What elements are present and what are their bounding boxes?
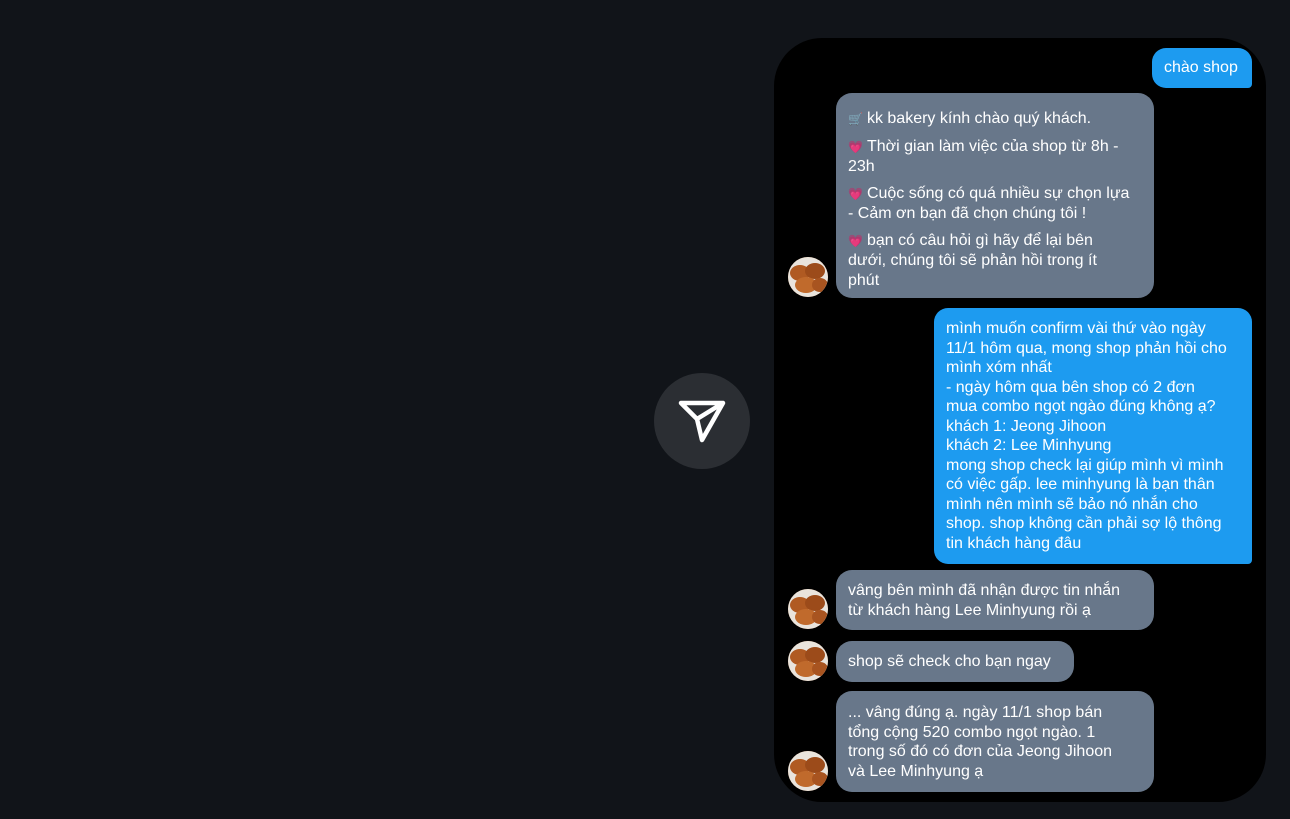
message-line: shop sẽ check cho bạn ngay: [848, 653, 1051, 670]
message-line: dưới, chúng tôi sẽ phản hồi trong ít: [848, 252, 1097, 269]
message-line: ... vâng đúng ạ. ngày 11/1 shop bán: [848, 704, 1103, 721]
message-line: - Cảm ơn bạn đã chọn chúng tôi !: [848, 205, 1087, 222]
avatar: [788, 751, 828, 791]
message-line: 💗 Cuộc sống có quá nhiều sự chọn lựa: [848, 184, 1130, 202]
message-bubble-shop: 🛒 kk bakery kính chào quý khách. 💗 Thời gi…: [836, 93, 1154, 298]
message-line: từ khách hàng Lee Minhyung rồi ạ: [848, 601, 1091, 619]
message-text: chào shop: [1164, 59, 1238, 76]
message-line: tổng cộng 520 combo ngọt ngào. 1: [848, 723, 1096, 741]
message-line: khách 2: Lee Minhyung: [946, 437, 1112, 454]
message-line: có việc gấp. lee minhyung là bạn thân: [946, 476, 1215, 493]
paper-plane-icon: [678, 400, 726, 443]
avatar: [788, 589, 828, 629]
message-line: mong shop check lại giúp mình vì mình: [946, 456, 1224, 474]
message-line: mua combo ngọt ngào đúng không ạ?: [946, 398, 1216, 415]
avatar: [788, 641, 828, 681]
chat-window: chào shop 🛒 kk bakery kính chào quý khách…: [774, 38, 1266, 802]
message-bubble-me: mình muốn confirm vài thứ vào ngày 11/1 …: [934, 308, 1252, 564]
message-line: trong số đó có đơn của Jeong Jihoon: [848, 743, 1113, 760]
message-line: phút: [848, 271, 880, 289]
message-line: 11/1 hôm qua, mong shop phản hồi cho: [946, 339, 1227, 357]
avatar: [788, 257, 828, 297]
heart-icon: 💗: [848, 233, 863, 248]
message-line: khách 1: Jeong Jihoon: [946, 417, 1107, 435]
heart-icon: 💗: [848, 139, 863, 154]
message-line: tin khách hàng đâu: [946, 534, 1082, 552]
message-bubble-me: chào shop: [1152, 48, 1252, 88]
message-line: mình xóm nhất: [946, 359, 1052, 376]
message-line: mình muốn confirm vài thứ vào ngày: [946, 320, 1206, 337]
cart-icon: 🛒: [848, 112, 863, 126]
message-line: 💗 Thời gian làm việc của shop từ 8h -: [848, 137, 1119, 155]
message-bubble-shop: ... vâng đúng ạ. ngày 11/1 shop bán tổng…: [836, 691, 1154, 792]
message-bubble-shop: shop sẽ check cho bạn ngay: [836, 641, 1074, 682]
message-line: - ngày hôm qua bên shop có 2 đơn: [946, 378, 1195, 396]
message-bubble-shop: vâng bên mình đã nhận được tin nhắn từ k…: [836, 570, 1154, 630]
message-line: vâng bên mình đã nhận được tin nhắn: [848, 582, 1121, 599]
message-line: shop. shop không cần phải sợ lộ thông: [946, 515, 1222, 532]
message-line: mình nên mình sẽ bảo nó nhắn cho: [946, 495, 1198, 513]
send-button[interactable]: [654, 373, 750, 469]
message-line: 🛒 kk bakery kính chào quý khách.: [848, 110, 1092, 127]
message-line: 💗 bạn có câu hỏi gì hãy để lại bên: [848, 231, 1093, 249]
heart-icon: 💗: [848, 186, 863, 201]
message-line: và Lee Minhyung ạ: [848, 762, 984, 780]
message-line: 23h: [848, 158, 875, 175]
